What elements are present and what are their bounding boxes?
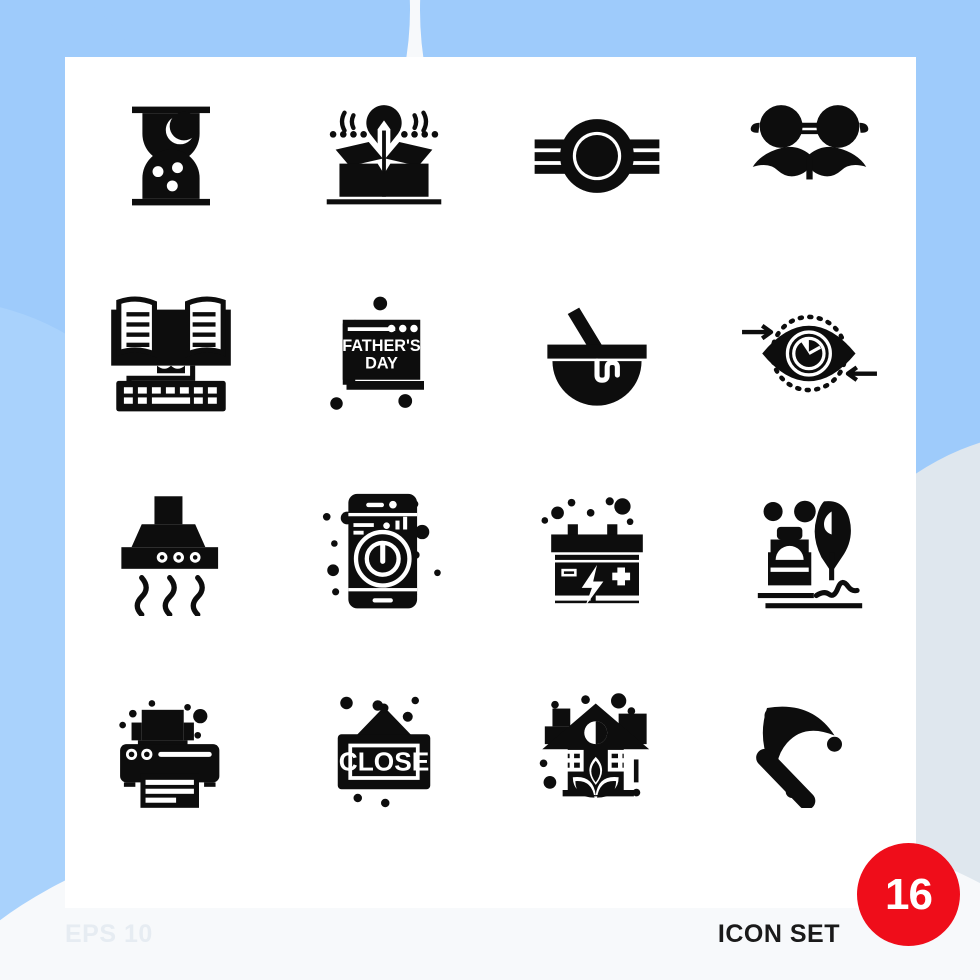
glasses-mustache-icon <box>750 105 869 180</box>
smartphone-power-icon <box>323 494 441 609</box>
icon-cell-printer[interactable] <box>65 650 278 848</box>
pickaxe-icon <box>756 706 843 809</box>
book-keyboard-icon <box>111 296 232 412</box>
eps-format-label: EPS 10 <box>65 920 153 948</box>
idea-box-icon <box>326 104 442 205</box>
mortar-pestle-icon <box>547 307 647 406</box>
icon-cell-eco-house[interactable] <box>491 650 704 848</box>
icon-cell-fathers-day-card[interactable]: FATHER'S DAY <box>278 255 491 453</box>
car-battery-icon <box>541 497 643 606</box>
icon-card: FATHER'S DAY CLOSE <box>65 57 916 908</box>
icon-cell-car-battery[interactable] <box>491 452 704 650</box>
icon-set-poster: FATHER'S DAY CLOSE EPS 10 ICON SET 16 <box>0 0 980 980</box>
fathers-day-line-2: DAY <box>365 354 398 372</box>
eco-house-icon <box>539 693 650 798</box>
icon-cell-glasses-mustache[interactable] <box>703 57 916 255</box>
icon-cell-badge[interactable] <box>491 57 704 255</box>
icon-cell-pickaxe[interactable] <box>703 650 916 848</box>
icon-cell-idea-box[interactable] <box>278 57 491 255</box>
ink-quill-icon <box>757 500 862 609</box>
icon-cell-close-sign[interactable]: CLOSE <box>278 650 491 848</box>
icon-cell-book-keyboard[interactable] <box>65 255 278 453</box>
fathers-day-card-icon: FATHER'S DAY <box>330 296 425 410</box>
close-sign-icon: CLOSE <box>337 697 431 808</box>
eye-focus-icon <box>742 314 878 393</box>
close-sign-label: CLOSE <box>339 747 429 777</box>
icon-cell-eye-focus[interactable] <box>703 255 916 453</box>
icon-cell-ink-quill[interactable] <box>703 452 916 650</box>
fathers-day-line-1: FATHER'S <box>342 337 421 355</box>
cockade-badge-icon <box>534 118 660 193</box>
icon-cell-extractor-hood[interactable] <box>65 452 278 650</box>
icon-cell-hourglass[interactable] <box>65 57 278 255</box>
icon-count-badge: 16 <box>857 843 960 946</box>
hourglass-icon <box>132 106 211 206</box>
icon-grid: FATHER'S DAY CLOSE <box>65 57 916 847</box>
icon-cell-mortar-pestle[interactable] <box>491 255 704 453</box>
printer-icon <box>119 700 220 809</box>
icon-cell-smartphone-power[interactable] <box>278 452 491 650</box>
extractor-hood-icon <box>121 496 219 616</box>
icon-set-label: ICON SET <box>717 920 840 948</box>
